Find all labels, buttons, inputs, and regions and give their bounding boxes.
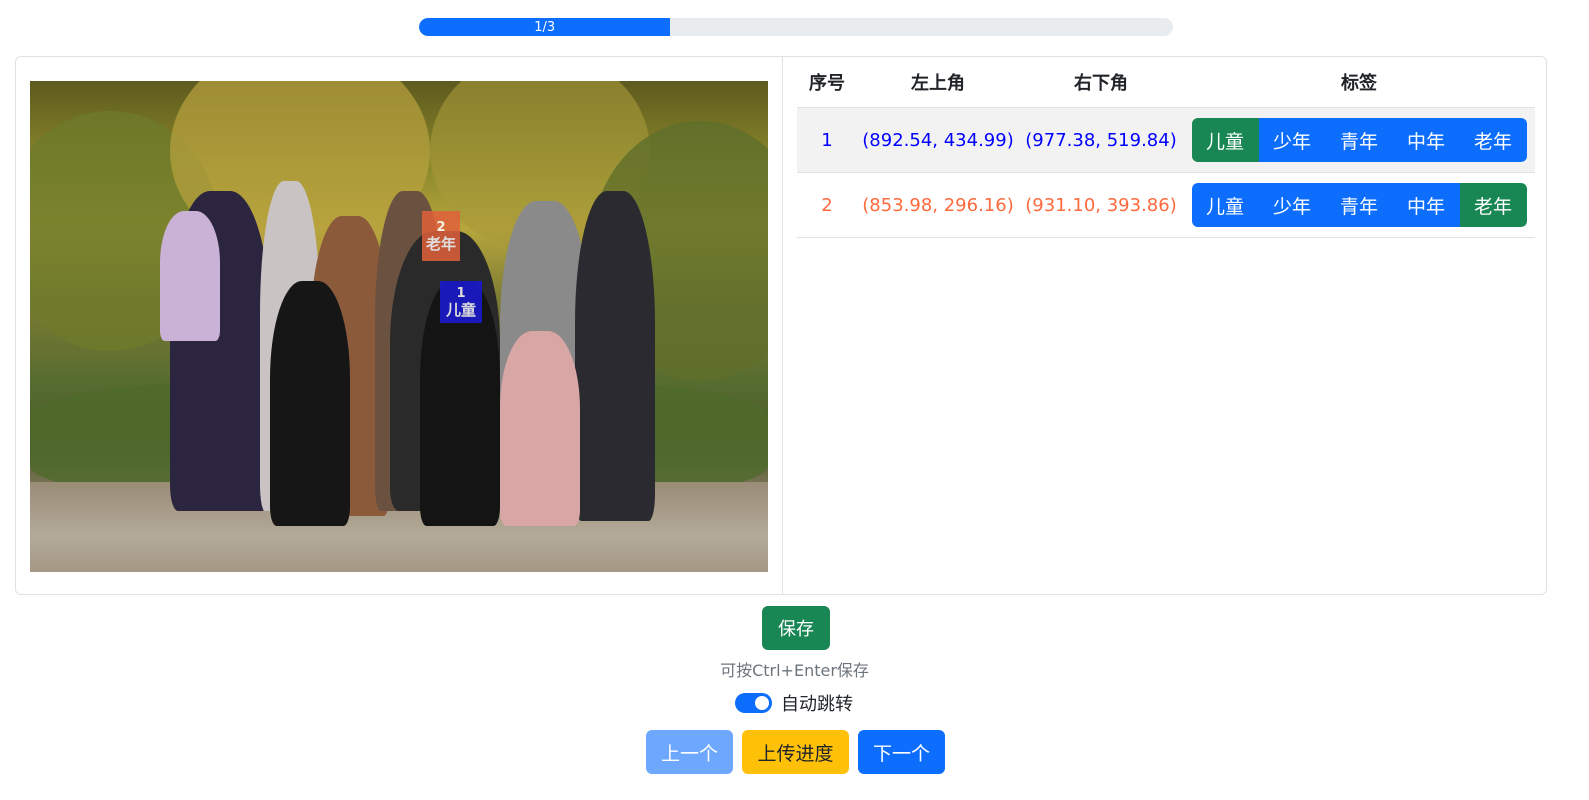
header-bottom-right: 右下角	[1019, 57, 1183, 108]
face-box-1-label: 儿童	[445, 301, 476, 319]
family-photo[interactable]: 2 老年 1 儿童	[30, 81, 768, 572]
face-box-1[interactable]: 1 儿童	[440, 281, 482, 323]
row-bottom-right: (931.10, 393.86)	[1019, 172, 1183, 238]
tag-button-middle-aged[interactable]: 中年	[1392, 183, 1460, 227]
face-box-2-number: 2	[436, 220, 446, 235]
header-tag: 标签	[1183, 57, 1535, 108]
row-index: 2	[797, 172, 857, 238]
face-box-2-label: 老年	[425, 235, 456, 253]
save-shortcut-hint: 可按Ctrl+Enter保存	[720, 661, 869, 680]
row-top-left: (853.98, 296.16)	[857, 172, 1019, 238]
progress-label: 1/3	[534, 19, 556, 35]
save-button[interactable]: 保存	[762, 606, 830, 650]
tag-button-teen[interactable]: 少年	[1258, 183, 1326, 227]
tag-button-child[interactable]: 儿童	[1191, 118, 1259, 162]
tag-button-elderly[interactable]: 老年	[1459, 183, 1527, 227]
image-pane: 2 老年 1 儿童	[16, 57, 783, 594]
tag-button-teen[interactable]: 少年	[1258, 118, 1326, 162]
previous-button[interactable]: 上一个	[646, 730, 733, 774]
auto-jump-toggle-row: 自动跳转	[735, 690, 853, 716]
annotation-panel: 2 老年 1 儿童 序号 左上角 右下角 标签 1 (892.54, 434.9…	[15, 56, 1547, 595]
row-index: 1	[797, 107, 857, 173]
tag-button-group: 儿童 少年 青年 中年 老年	[1191, 183, 1527, 227]
header-top-left: 左上角	[857, 57, 1019, 108]
auto-jump-label: 自动跳转	[781, 694, 853, 715]
progress-bar-fill: 1/3	[419, 18, 671, 36]
annotation-list-pane: 序号 左上角 右下角 标签 1 (892.54, 434.99) (977.38…	[783, 57, 1546, 594]
row-tag-cell: 儿童 少年 青年 中年 老年	[1183, 107, 1535, 173]
row-top-left: (892.54, 434.99)	[857, 107, 1019, 173]
tag-button-youth[interactable]: 青年	[1325, 118, 1393, 162]
annotation-table: 序号 左上角 右下角 标签 1 (892.54, 434.99) (977.38…	[797, 57, 1535, 238]
table-row[interactable]: 1 (892.54, 434.99) (977.38, 519.84) 儿童 少…	[797, 107, 1535, 173]
upload-progress-button[interactable]: 上传进度	[742, 730, 849, 774]
face-box-1-number: 1	[456, 286, 466, 301]
progress-bar-track: 1/3	[419, 18, 1173, 36]
tag-button-elderly[interactable]: 老年	[1459, 118, 1527, 162]
tag-button-group: 儿童 少年 青年 中年 老年	[1191, 118, 1527, 162]
face-box-2[interactable]: 2 老年	[422, 211, 460, 261]
row-bottom-right: (977.38, 519.84)	[1019, 107, 1183, 173]
table-row[interactable]: 2 (853.98, 296.16) (931.10, 393.86) 儿童 少…	[797, 172, 1535, 238]
row-tag-cell: 儿童 少年 青年 中年 老年	[1183, 172, 1535, 238]
tag-button-child[interactable]: 儿童	[1191, 183, 1259, 227]
header-index: 序号	[797, 57, 857, 108]
tag-button-youth[interactable]: 青年	[1325, 183, 1393, 227]
next-button[interactable]: 下一个	[858, 730, 945, 774]
auto-jump-switch[interactable]	[735, 693, 772, 713]
tag-button-middle-aged[interactable]: 中年	[1392, 118, 1460, 162]
